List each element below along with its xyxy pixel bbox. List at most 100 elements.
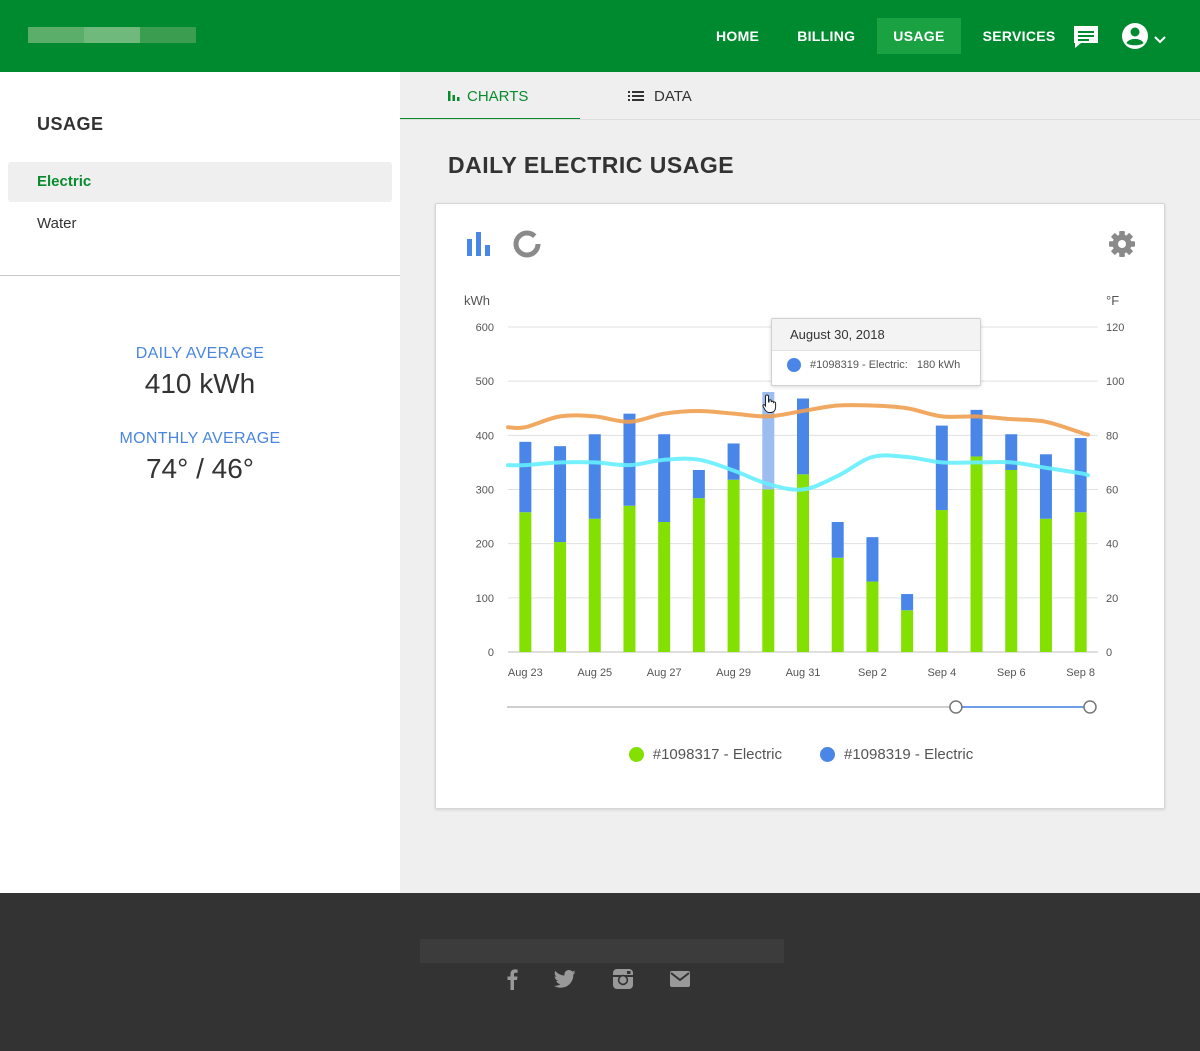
tab-charts-label: CHARTS bbox=[467, 88, 529, 105]
chat-icon[interactable] bbox=[1072, 24, 1100, 55]
x-tick-label: Aug 29 bbox=[716, 667, 751, 679]
y2-tick-label: 40 bbox=[1106, 539, 1118, 551]
y2-tick-label: 60 bbox=[1106, 485, 1118, 497]
tab-data[interactable]: DATA bbox=[628, 72, 692, 120]
list-icon bbox=[628, 91, 644, 101]
range-slider-handle-end[interactable] bbox=[1083, 700, 1097, 714]
hand-cursor-icon bbox=[762, 394, 778, 419]
x-tick-label: Aug 23 bbox=[508, 667, 543, 679]
legend-item-1098319[interactable]: #1098319 - Electric bbox=[820, 746, 973, 763]
bar-series-1098317 bbox=[970, 456, 983, 652]
y-axis-unit: kWh bbox=[464, 293, 490, 308]
tabs-underline bbox=[400, 119, 1200, 120]
legend-dot-1098317 bbox=[628, 747, 644, 762]
bar-series-1098319 bbox=[901, 594, 914, 611]
instagram-icon[interactable] bbox=[612, 968, 634, 995]
bar-series-1098317 bbox=[762, 489, 775, 652]
x-tick-label: Aug 27 bbox=[647, 667, 682, 679]
facebook-icon[interactable] bbox=[504, 968, 520, 995]
footer bbox=[0, 893, 1200, 1051]
y2-tick-label: 100 bbox=[1106, 376, 1124, 388]
sidebar-item-electric[interactable]: Electric bbox=[8, 162, 392, 202]
bar-series-1098317 bbox=[692, 498, 705, 652]
x-tick-label: Sep 6 bbox=[997, 667, 1026, 679]
tooltip-value: 180 kWh bbox=[916, 359, 961, 371]
y2-tick-label: 20 bbox=[1106, 593, 1118, 605]
bar-series-1098319 bbox=[935, 425, 948, 511]
x-tick-label: Sep 4 bbox=[927, 667, 956, 679]
y2-tick-label: 80 bbox=[1106, 430, 1118, 442]
y2-axis-unit: °F bbox=[1106, 293, 1119, 308]
sidebar-divider bbox=[0, 275, 400, 276]
tab-data-label: DATA bbox=[654, 88, 692, 105]
tooltip-series-name: #1098319 - Electric: bbox=[810, 359, 908, 371]
legend-label-1098319: #1098319 - Electric bbox=[844, 746, 974, 763]
usage-chart-card: 0 100 200 300 400 500 600 0 20 40 60 80 100 120 kWh °F A… bbox=[435, 203, 1165, 809]
bar-series-1098317 bbox=[935, 510, 948, 652]
y-tick-label: 600 bbox=[476, 322, 494, 334]
sidebar: USAGE Electric Water DAILY AVERAGE 410 k… bbox=[0, 72, 400, 893]
view-tabs: CHARTS DATA bbox=[400, 72, 1200, 120]
bar-series-1098317 bbox=[588, 518, 601, 652]
account-icon[interactable] bbox=[1121, 22, 1149, 55]
bar-series-1098317 bbox=[1005, 470, 1018, 652]
y-tick-label: 200 bbox=[476, 539, 494, 551]
sidebar-item-water[interactable]: Water bbox=[8, 204, 392, 244]
legend-item-1098317[interactable]: #1098317 - Electric bbox=[628, 746, 782, 763]
x-tick-label: Aug 31 bbox=[786, 667, 821, 679]
daily-average-value: 410 kWh bbox=[144, 368, 256, 399]
bar-series-1098319 bbox=[831, 522, 844, 558]
bar-series-1098317 bbox=[901, 610, 914, 652]
bar-series-1098317 bbox=[1074, 512, 1087, 652]
sidebar-title: USAGE bbox=[37, 114, 104, 134]
x-tick-label: Aug 25 bbox=[577, 667, 612, 679]
legend-dot-1098319 bbox=[820, 747, 835, 762]
tooltip-date: August 30, 2018 bbox=[772, 319, 980, 351]
tab-charts[interactable]: CHARTS bbox=[400, 72, 580, 120]
x-tick-label: Sep 2 bbox=[858, 667, 887, 679]
top-header: HOME BILLING USAGE SERVICES bbox=[0, 0, 1200, 72]
bar-series-1098319 bbox=[658, 434, 671, 522]
chart-legend: #1098317 - Electric #1098319 - Electric bbox=[436, 746, 1166, 763]
daily-average-label: DAILY AVERAGE bbox=[135, 345, 265, 362]
chart-tooltip: August 30, 2018 #1098319 - Electric: 180… bbox=[771, 318, 981, 386]
chevron-down-icon[interactable] bbox=[1153, 32, 1167, 50]
legend-label-1098317: #1098317 - Electric bbox=[652, 746, 782, 763]
bar-series-1098317 bbox=[727, 479, 740, 652]
bar-series-1098317 bbox=[797, 474, 809, 652]
bar-series-1098317 bbox=[658, 522, 671, 652]
y-tick-label: 500 bbox=[476, 376, 494, 388]
nav-services[interactable]: SERVICES bbox=[967, 18, 1072, 54]
bar-series-1098317 bbox=[866, 581, 879, 652]
logo[interactable] bbox=[28, 27, 196, 43]
email-icon[interactable] bbox=[669, 970, 691, 993]
bar-series-1098317 bbox=[519, 512, 532, 652]
monthly-average-label: MONTHLY AVERAGE bbox=[119, 430, 281, 447]
nav-home[interactable]: HOME bbox=[700, 18, 775, 54]
y-tick-label: 300 bbox=[476, 485, 494, 497]
main-nav: HOME BILLING USAGE SERVICES bbox=[700, 18, 1078, 54]
x-tick-label: Sep 8 bbox=[1066, 667, 1095, 679]
y-tick-label: 100 bbox=[476, 593, 494, 605]
bar-series-1098319 bbox=[519, 441, 532, 513]
tooltip-row: #1098319 - Electric: 180 kWh bbox=[787, 358, 960, 372]
usage-chart[interactable]: 0 100 200 300 400 500 600 0 20 40 60 80 100 120 kWh °F A… bbox=[436, 204, 1164, 744]
y2-tick-label: 0 bbox=[1106, 647, 1112, 659]
footer-links-placeholder bbox=[420, 939, 784, 963]
bar-series-1098319 bbox=[588, 434, 601, 519]
nav-billing[interactable]: BILLING bbox=[781, 18, 871, 54]
twitter-icon[interactable] bbox=[553, 970, 576, 993]
bar-series-1098317 bbox=[623, 505, 636, 652]
bar-series-1098319 bbox=[1039, 454, 1052, 519]
y-tick-label: 0 bbox=[488, 647, 494, 659]
page-title: DAILY ELECTRIC USAGE bbox=[448, 152, 735, 178]
bar-series-1098317 bbox=[554, 542, 567, 652]
bar-chart-icon bbox=[448, 91, 460, 101]
bar-series-1098317 bbox=[831, 557, 844, 652]
nav-usage[interactable]: USAGE bbox=[877, 18, 961, 54]
range-slider-handle-start[interactable] bbox=[949, 700, 963, 714]
monthly-average-value: 74° / 46° bbox=[145, 453, 255, 484]
tooltip-series-dot bbox=[787, 358, 801, 372]
bar-series-1098319 bbox=[692, 470, 705, 499]
bar-series-1098317 bbox=[1039, 518, 1052, 652]
